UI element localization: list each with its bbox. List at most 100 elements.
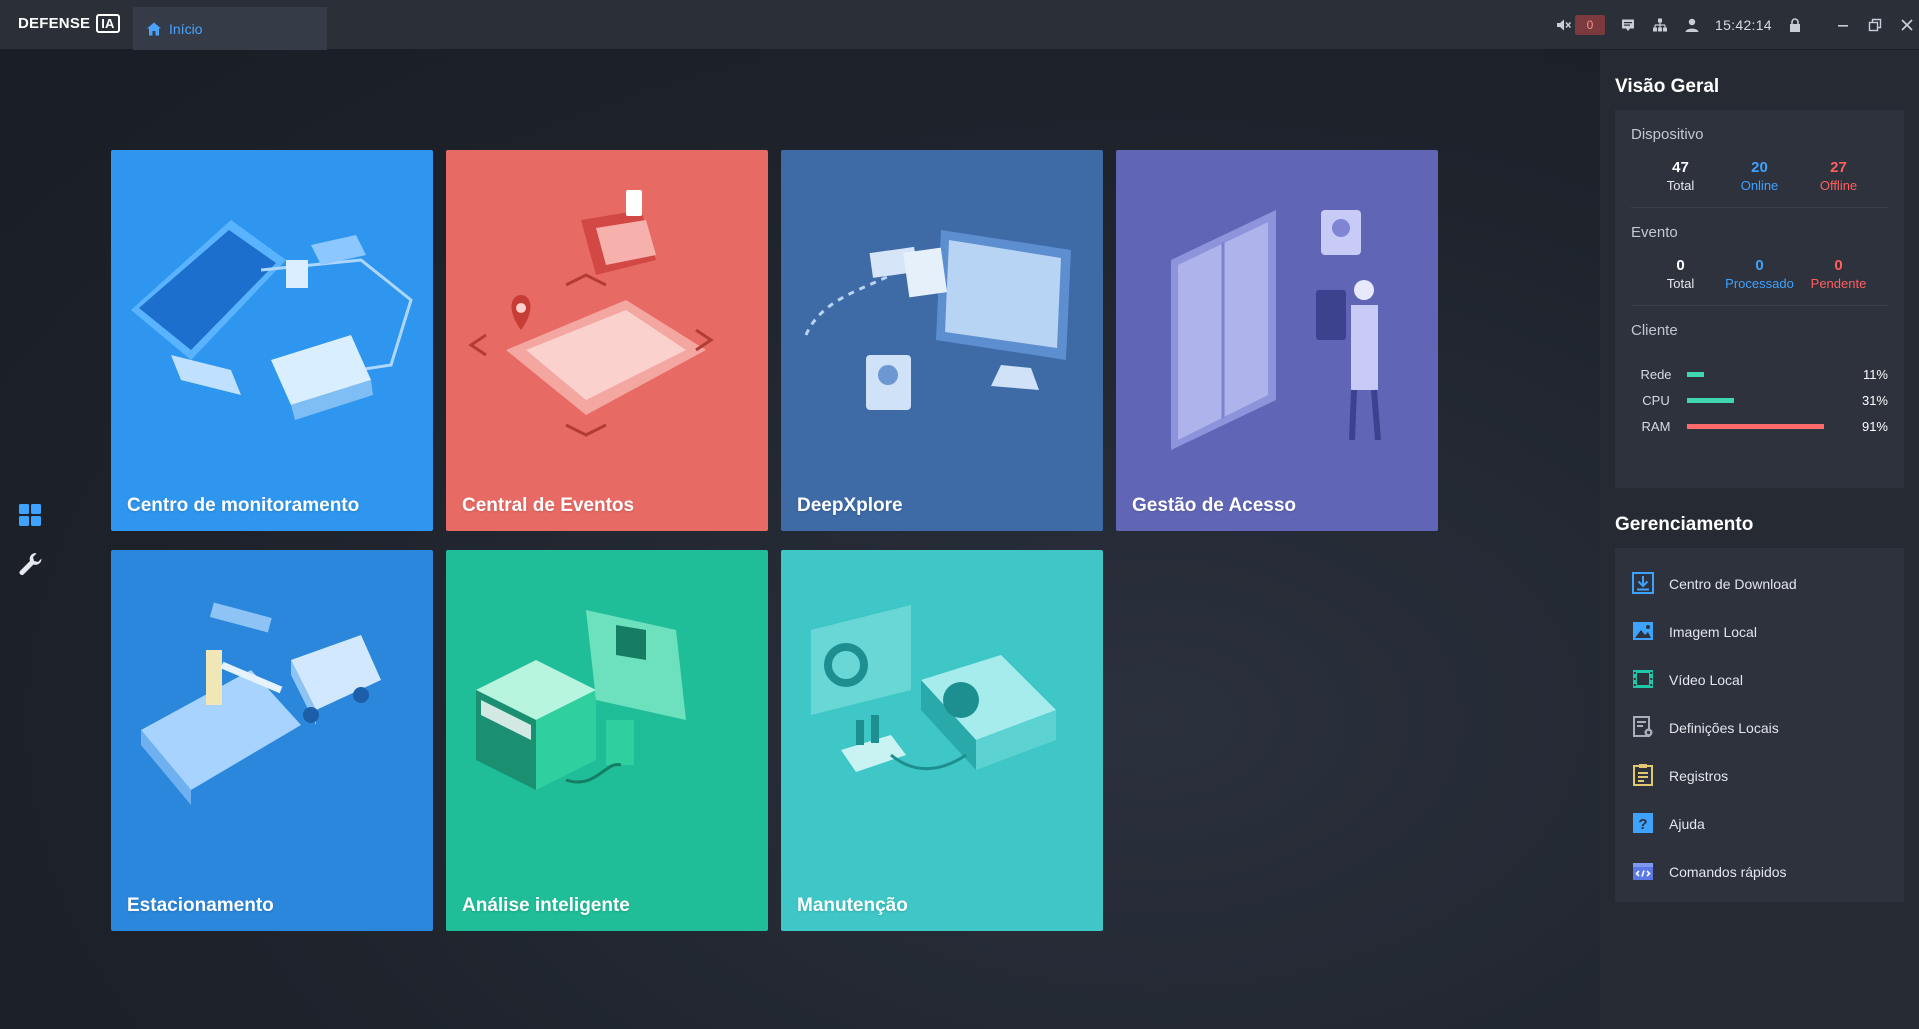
device-total-value: 47	[1672, 159, 1689, 176]
tile-parking[interactable]: Estacionamento	[111, 550, 433, 931]
close-icon[interactable]	[1898, 16, 1916, 34]
tile-intelligent-analysis[interactable]: Análise inteligente	[446, 550, 768, 931]
tile-label: Central de Eventos	[462, 495, 635, 516]
event-pending[interactable]: 0 Pendente	[1799, 257, 1878, 291]
right-panel: Visão Geral Dispositivo 47 Total 20 Onli…	[1600, 50, 1919, 1029]
top-bar: DEFENSE IA Início 0 15:42:14	[0, 0, 1919, 50]
message-icon[interactable]	[1619, 16, 1637, 34]
management-card: Gerenciamento Centro de Download Imagem …	[1615, 502, 1904, 902]
logo-text: DEFENSE	[18, 15, 91, 32]
network-topology-icon[interactable]	[1651, 16, 1669, 34]
wrench-icon[interactable]	[17, 551, 43, 582]
analysis-illustration	[476, 610, 686, 790]
device-stats: 47 Total 20 Online 27 Offline	[1631, 143, 1888, 208]
resource-cpu: CPU 31%	[1631, 387, 1888, 413]
menu-item-label: Centro de Download	[1669, 576, 1797, 592]
tile-event-center[interactable]: Central de Eventos	[446, 150, 768, 531]
device-online[interactable]: 20 Online	[1720, 159, 1799, 193]
alarm-count-badge[interactable]: 0	[1575, 15, 1605, 35]
tile-monitoring-center[interactable]: Centro de monitoramento	[111, 150, 433, 531]
tile-label: DeepXplore	[797, 495, 903, 516]
apps-grid-icon[interactable]	[17, 502, 43, 533]
tab-home[interactable]: Início	[133, 7, 327, 50]
monitoring-illustration	[131, 220, 413, 420]
event-pending-value: 0	[1834, 257, 1843, 274]
tile-access-management[interactable]: Gestão de Acesso	[1116, 150, 1438, 531]
restore-icon[interactable]	[1866, 16, 1884, 34]
menu-item-label: Vídeo Local	[1669, 672, 1743, 688]
tile-maintenance[interactable]: Manutenção	[781, 550, 1103, 931]
device-total[interactable]: 47 Total	[1641, 159, 1720, 193]
lock-icon[interactable]	[1786, 16, 1804, 34]
resource-name: CPU	[1642, 392, 1670, 408]
app-logo: DEFENSE IA	[18, 14, 120, 33]
device-online-label: Online	[1740, 178, 1779, 193]
window-controls	[1834, 16, 1916, 34]
clock: 15:42:14	[1715, 17, 1772, 33]
tile-label: Estacionamento	[127, 895, 274, 916]
home-icon	[145, 20, 163, 38]
resource-bar-fill	[1687, 397, 1734, 403]
settings-doc-icon	[1631, 715, 1655, 742]
logo-badge: IA	[96, 14, 120, 33]
menu-item-label: Imagem Local	[1669, 624, 1757, 640]
alarm-sound-control[interactable]: 0	[1555, 15, 1605, 35]
resource-network: Rede 11%	[1631, 361, 1888, 387]
download-icon	[1631, 571, 1655, 598]
resource-percent: 31%	[1861, 392, 1888, 408]
resource-ram: RAM 91%	[1631, 413, 1888, 439]
user-icon[interactable]	[1683, 16, 1701, 34]
top-status-area: 0 15:42:14	[1555, 12, 1916, 38]
menu-item-logs[interactable]: Registros	[1631, 752, 1904, 800]
image-icon	[1631, 619, 1655, 646]
tile-label: Centro de monitoramento	[127, 495, 360, 516]
menu-item-local-settings[interactable]: Definições Locais	[1631, 704, 1904, 752]
help-icon: ?	[1631, 811, 1655, 838]
event-total[interactable]: 0 Total	[1641, 257, 1720, 291]
video-icon	[1631, 667, 1655, 694]
resource-percent: 11%	[1862, 366, 1888, 382]
resource-name: RAM	[1641, 418, 1671, 434]
menu-item-local-video[interactable]: Vídeo Local	[1631, 656, 1904, 704]
resource-percent: 91%	[1861, 418, 1888, 434]
access-illustration	[1171, 210, 1381, 450]
device-offline-label: Offline	[1819, 178, 1858, 193]
tab-home-label: Início	[169, 20, 203, 37]
svg-text:?: ?	[1638, 816, 1647, 833]
event-stats: 0 Total 0 Processado 0 Pendente	[1631, 241, 1888, 306]
overview-card: Visão Geral Dispositivo 47 Total 20 Onli…	[1615, 64, 1904, 488]
device-offline-value: 27	[1830, 159, 1847, 176]
resource-bar	[1687, 423, 1837, 429]
menu-item-help[interactable]: ? Ajuda	[1631, 800, 1904, 848]
device-online-value: 20	[1751, 159, 1768, 176]
minimize-icon[interactable]	[1834, 16, 1852, 34]
device-offline[interactable]: 27 Offline	[1799, 159, 1878, 193]
resource-bar	[1687, 397, 1837, 403]
menu-item-download-center[interactable]: Centro de Download	[1631, 560, 1904, 608]
management-title: Gerenciamento	[1615, 502, 1904, 548]
menu-item-local-image[interactable]: Imagem Local	[1631, 608, 1904, 656]
mute-icon[interactable]	[1555, 16, 1573, 34]
menu-item-label: Definições Locais	[1669, 720, 1779, 736]
tile-label: Gestão de Acesso	[1132, 495, 1297, 516]
menu-item-label: Comandos rápidos	[1669, 864, 1787, 880]
resource-name: Rede	[1640, 366, 1672, 382]
client-heading: Cliente	[1631, 322, 1678, 339]
shortcut-icon	[1631, 859, 1655, 886]
deepxplore-illustration	[804, 230, 1071, 410]
event-heading: Evento	[1631, 224, 1678, 241]
client-resources: Rede 11% CPU 31% RAM 91%	[1615, 339, 1904, 439]
parking-illustration	[141, 602, 381, 805]
tile-deepxplore[interactable]: DeepXplore	[781, 150, 1103, 531]
menu-item-label: Ajuda	[1669, 816, 1705, 832]
left-rail	[10, 492, 50, 588]
event-processed[interactable]: 0 Processado	[1720, 257, 1799, 291]
maintenance-illustration	[811, 605, 1056, 772]
overview-title: Visão Geral	[1615, 64, 1904, 110]
device-total-label: Total	[1666, 178, 1695, 193]
event-processed-label: Processado	[1725, 276, 1794, 291]
management-menu: Centro de Download Imagem Local Vídeo Lo…	[1615, 548, 1904, 896]
resource-bar-fill	[1687, 371, 1704, 377]
log-icon	[1631, 763, 1655, 790]
menu-item-shortcuts[interactable]: Comandos rápidos	[1631, 848, 1904, 896]
